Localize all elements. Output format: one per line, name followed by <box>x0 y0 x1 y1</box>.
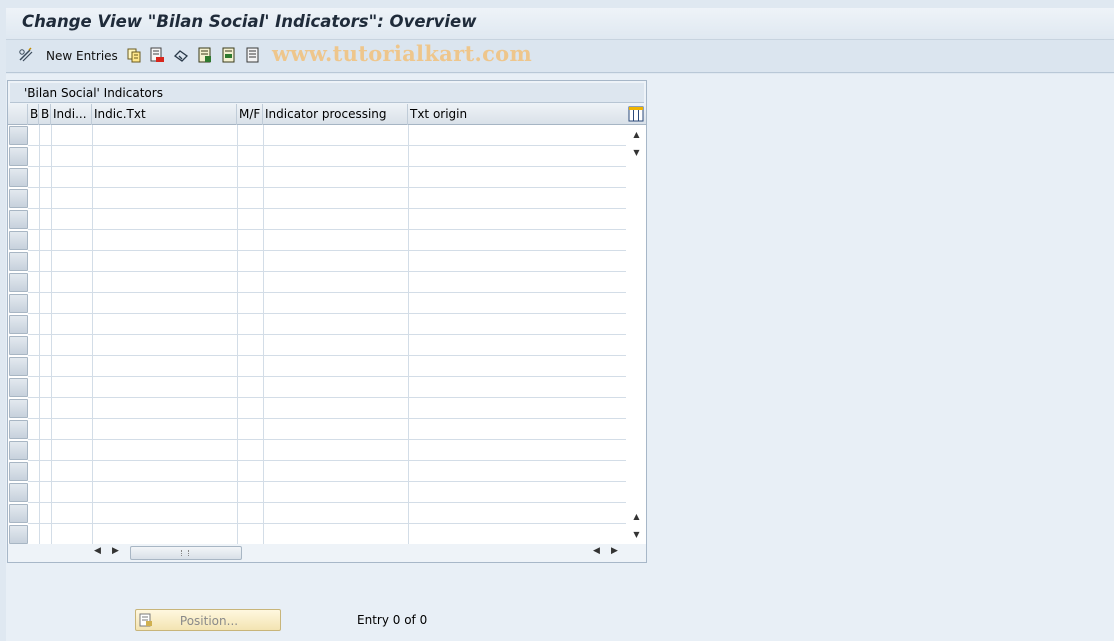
table-row[interactable] <box>28 335 626 356</box>
column-header-txt-origin[interactable]: Txt origin <box>408 104 627 125</box>
scroll-left-icon[interactable]: ◀ <box>94 546 106 558</box>
new-entries-button[interactable]: New Entries <box>46 49 118 63</box>
table-row[interactable] <box>28 503 626 524</box>
row-selector-button[interactable] <box>9 315 28 334</box>
row-selector-button[interactable] <box>9 483 28 502</box>
column-header-b1[interactable]: B <box>28 104 39 125</box>
table-row[interactable] <box>28 377 626 398</box>
row-selector-button[interactable] <box>9 294 28 313</box>
table-row[interactable] <box>28 125 626 146</box>
column-divider <box>51 125 52 544</box>
column-header-indicator-processing[interactable]: Indicator processing <box>263 104 408 125</box>
entry-counter: Entry 0 of 0 <box>357 613 428 627</box>
select-all-rows-button[interactable] <box>8 104 28 125</box>
table-row[interactable] <box>28 209 626 230</box>
row-selector-button[interactable] <box>9 252 28 271</box>
row-selector-button[interactable] <box>9 126 28 145</box>
row-selector-button[interactable] <box>9 210 28 229</box>
column-divider <box>237 125 238 544</box>
scroll-page-up-icon[interactable]: ▲ <box>631 129 642 140</box>
column-divider <box>92 125 93 544</box>
row-selector-button[interactable] <box>9 147 28 166</box>
table-row[interactable] <box>28 251 626 272</box>
table-row[interactable] <box>28 167 626 188</box>
position-button[interactable]: Position... <box>135 609 281 631</box>
table-header: B B Indi... Indic.Txt M/F Indicator proc… <box>8 104 646 125</box>
edit-glasses-icon[interactable] <box>18 47 34 63</box>
table-settings-icon[interactable] <box>628 106 644 122</box>
horizontal-scroll-area: ◀ ▶ ◀ ▶ <box>8 544 646 562</box>
page-title: Change View "Bilan Social' Indicators": … <box>22 12 477 31</box>
table-row[interactable] <box>28 272 626 293</box>
row-selector-button[interactable] <box>9 399 28 418</box>
table-row[interactable] <box>28 461 626 482</box>
column-divider <box>39 125 40 544</box>
row-selector-button[interactable] <box>9 462 28 481</box>
column-header-b2[interactable]: B <box>39 104 51 125</box>
column-divider <box>263 125 264 544</box>
scroll-page-down-icon[interactable]: ▼ <box>631 529 642 540</box>
table-row[interactable] <box>28 146 626 167</box>
table-row[interactable] <box>28 398 626 419</box>
position-button-label: Position... <box>179 614 239 628</box>
row-selector-button[interactable] <box>9 336 28 355</box>
column-header-indic-txt[interactable]: Indic.Txt <box>92 104 237 125</box>
table-row[interactable] <box>28 230 626 251</box>
row-selector-button[interactable] <box>9 441 28 460</box>
select-all-icon[interactable] <box>197 47 213 63</box>
scroll-up-icon[interactable]: ▼ <box>631 147 642 158</box>
row-selector-button[interactable] <box>9 168 28 187</box>
deselect-all-icon[interactable] <box>245 47 261 63</box>
copy-icon[interactable] <box>126 47 142 63</box>
row-selector-button[interactable] <box>9 378 28 397</box>
row-selector-button[interactable] <box>9 231 28 250</box>
row-selector-button[interactable] <box>9 525 28 544</box>
application-toolbar: New Entries www.tutorialkart.com <box>6 40 1114 73</box>
scroll-right-end-icon[interactable]: ▶ <box>611 546 623 558</box>
undo-icon[interactable] <box>173 47 189 63</box>
table-row[interactable] <box>28 293 626 314</box>
table-row[interactable] <box>28 314 626 335</box>
column-divider <box>408 125 409 544</box>
table-row[interactable] <box>28 482 626 503</box>
vertical-scrollbar[interactable]: ▲ ▼ ▲ ▼ <box>627 125 646 544</box>
row-selector-button[interactable] <box>9 357 28 376</box>
row-selector-button[interactable] <box>9 189 28 208</box>
table-row[interactable] <box>28 419 626 440</box>
table-row[interactable] <box>28 356 626 377</box>
table-row[interactable] <box>28 524 626 545</box>
column-header-m-f[interactable]: M/F <box>237 104 263 125</box>
horizontal-scroll-thumb[interactable] <box>130 546 242 560</box>
delete-icon[interactable] <box>149 47 165 63</box>
scroll-down-icon[interactable]: ▲ <box>631 511 642 522</box>
table-grid: B B Indi... Indic.Txt M/F Indicator proc… <box>8 104 646 545</box>
table-control: 'Bilan Social' Indicators B B Indi... In… <box>7 80 647 563</box>
table-row[interactable] <box>28 188 626 209</box>
row-selector-button[interactable] <box>9 504 28 523</box>
title-bar: Change View "Bilan Social' Indicators": … <box>6 8 1114 40</box>
scroll-left-end-icon[interactable]: ◀ <box>593 546 605 558</box>
row-selector-button[interactable] <box>9 420 28 439</box>
table-title-bar: 'Bilan Social' Indicators <box>10 83 644 103</box>
row-selector-button[interactable] <box>9 273 28 292</box>
table-title: 'Bilan Social' Indicators <box>24 86 163 100</box>
watermark-text: www.tutorialkart.com <box>272 41 532 66</box>
scroll-right-icon[interactable]: ▶ <box>112 546 124 558</box>
table-row[interactable] <box>28 440 626 461</box>
select-block-icon[interactable] <box>221 47 237 63</box>
grip-icon <box>181 550 189 556</box>
column-header-indicator[interactable]: Indi... <box>51 104 92 125</box>
